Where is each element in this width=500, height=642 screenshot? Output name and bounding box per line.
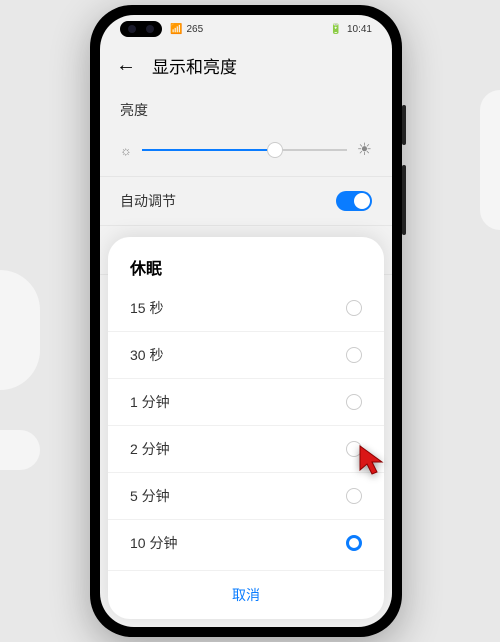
brightness-slider[interactable] <box>142 149 347 151</box>
camera-notch <box>120 21 162 37</box>
sleep-option-10m[interactable]: 10 分钟 <box>108 519 384 566</box>
back-icon[interactable]: ← <box>116 54 136 77</box>
page-title: 显示和亮度 <box>152 53 237 78</box>
signal-icon: 📶 <box>170 24 182 35</box>
sleep-option-15s[interactable]: 15 秒 <box>108 285 384 331</box>
sheet-title: 休眠 <box>108 255 384 285</box>
sleep-option-5m[interactable]: 5 分钟 <box>108 472 384 519</box>
sleep-option-1m[interactable]: 1 分钟 <box>108 378 384 425</box>
option-label: 30 秒 <box>130 345 163 365</box>
clock: 10:41 <box>347 24 372 35</box>
radio-icon <box>346 300 362 316</box>
option-label: 1 分钟 <box>130 392 170 412</box>
sleep-option-2m[interactable]: 2 分钟 <box>108 425 384 472</box>
radio-icon <box>346 488 362 504</box>
radio-selected-icon <box>346 535 362 551</box>
phone-frame: 📶 265 🔋 10:41 ← 显示和亮度 亮度 ☼ ☀ 自动调节 <box>90 5 402 637</box>
cancel-button[interactable]: 取消 <box>108 570 384 619</box>
option-label: 5 分钟 <box>130 486 170 506</box>
radio-icon <box>346 347 362 363</box>
header: ← 显示和亮度 <box>100 43 392 88</box>
auto-adjust-label: 自动调节 <box>120 191 176 211</box>
sleep-picker-sheet: 休眠 15 秒 30 秒 1 分钟 2 分钟 5 分钟 1 <box>108 237 384 619</box>
option-label: 15 秒 <box>130 298 163 318</box>
battery-icon: 🔋 <box>330 24 342 35</box>
network-label: 265 <box>186 24 203 35</box>
sleep-option-30s[interactable]: 30 秒 <box>108 331 384 378</box>
auto-adjust-toggle[interactable] <box>336 191 372 211</box>
brightness-label: 亮度 <box>100 88 392 132</box>
sun-bright-icon: ☀ <box>357 140 372 160</box>
sun-dim-icon: ☼ <box>120 143 132 158</box>
brightness-slider-row: ☼ ☀ <box>100 132 392 176</box>
slider-thumb[interactable] <box>267 142 283 158</box>
radio-icon <box>346 394 362 410</box>
option-label: 10 分钟 <box>130 533 177 553</box>
auto-adjust-row: 自动调节 <box>100 176 392 225</box>
status-bar: 📶 265 🔋 10:41 <box>100 15 392 43</box>
option-label: 2 分钟 <box>130 439 170 459</box>
screen: 📶 265 🔋 10:41 ← 显示和亮度 亮度 ☼ ☀ 自动调节 <box>100 15 392 627</box>
radio-icon <box>346 441 362 457</box>
